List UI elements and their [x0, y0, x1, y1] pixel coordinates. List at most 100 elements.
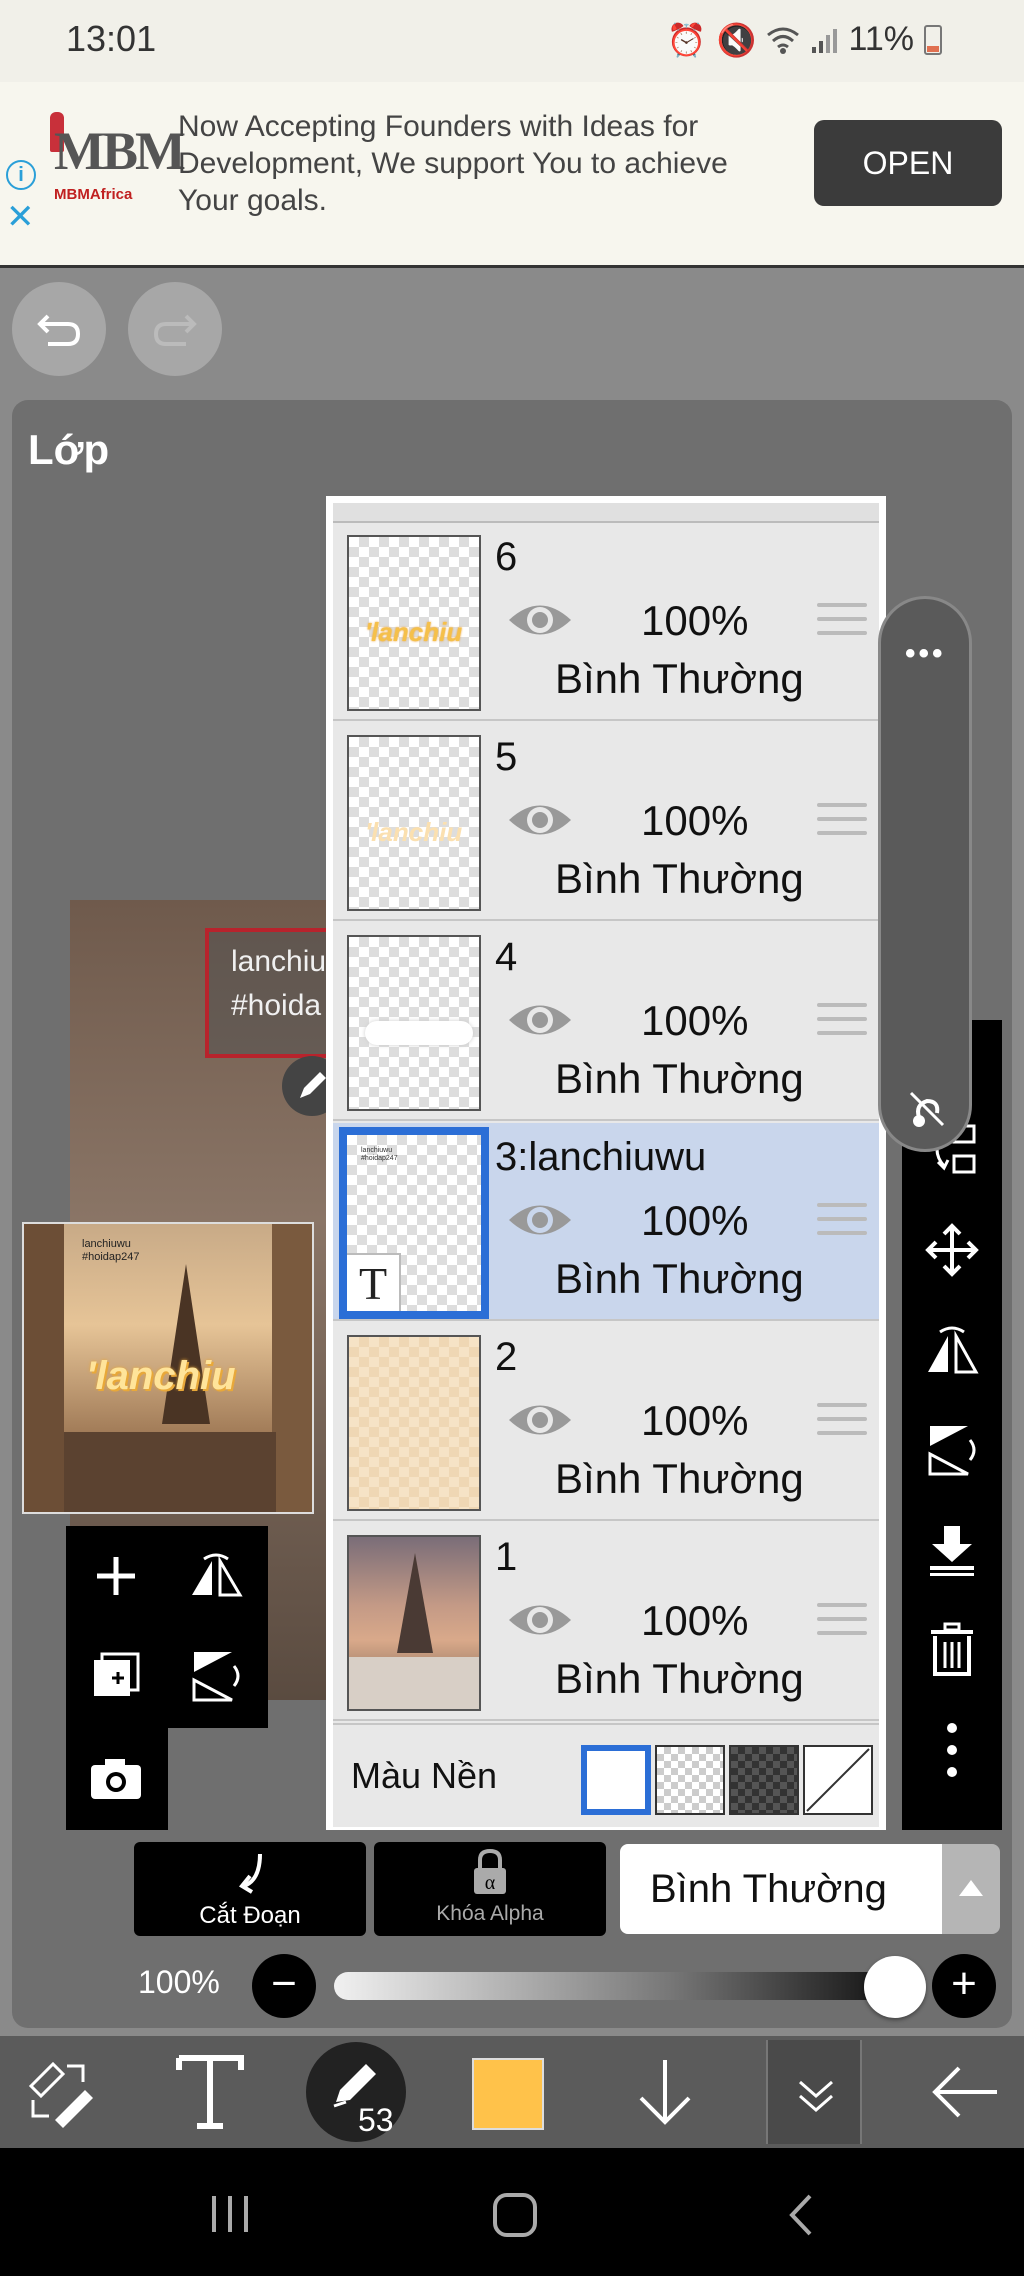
- drag-handle-icon[interactable]: [817, 803, 867, 841]
- background-color-row: Màu Nền: [333, 1723, 879, 1827]
- eiffel-tower-graphic: [397, 1553, 433, 1653]
- drag-handle-icon[interactable]: [817, 1403, 867, 1441]
- layer-blend-mode: Bình Thường: [555, 1455, 804, 1502]
- eye-icon[interactable]: [505, 995, 575, 1045]
- drag-handle-icon[interactable]: [817, 1603, 867, 1641]
- layer-blend-mode: Bình Thường: [555, 855, 804, 902]
- bg-transparent-swatch[interactable]: [655, 1745, 725, 1815]
- text-tool-button[interactable]: [160, 2036, 260, 2148]
- layer-list[interactable]: 'lanchiu 6 100% Bình Thường 'lanchiu 5 1…: [326, 496, 886, 1830]
- opacity-increase-button[interactable]: +: [932, 1954, 996, 2018]
- blend-mode-select[interactable]: Bình Thường: [620, 1844, 942, 1934]
- ad-open-button[interactable]: OPEN: [814, 120, 1002, 206]
- layer-row-3-selected[interactable]: lanchiuwu #hoidap247 T 3:lanchiuwu 100% …: [333, 1123, 879, 1321]
- battery-icon: [924, 24, 942, 55]
- layer-list-top-edge: [333, 503, 879, 523]
- clipping-button[interactable]: Cắt Đoạn: [134, 1842, 366, 1936]
- ad-close-icon[interactable]: ✕: [6, 200, 35, 234]
- sticker-thumb-graphic: 'lanchiu: [365, 817, 463, 847]
- thumb-window-left: [24, 1224, 64, 1512]
- ad-banner[interactable]: i ✕ MBM MBMAfrica Now Accepting Founders…: [0, 82, 1024, 268]
- eye-icon[interactable]: [505, 1395, 575, 1445]
- more-horizontal-icon[interactable]: •••: [905, 637, 946, 671]
- layer-blend-mode: Bình Thường: [555, 1055, 804, 1102]
- flip-vertical-icon: [928, 1426, 976, 1476]
- opacity-slider-thumb[interactable]: [864, 1956, 926, 2018]
- drag-handle-icon[interactable]: [817, 603, 867, 641]
- transform-tool-button[interactable]: [14, 2036, 104, 2148]
- eye-icon[interactable]: [505, 795, 575, 845]
- bg-none-swatch[interactable]: [803, 1745, 873, 1815]
- layers-toggle-button[interactable]: [766, 2040, 862, 2144]
- layer-opacity: 100%: [641, 797, 749, 844]
- flip-vertical-button[interactable]: [166, 1626, 266, 1726]
- flip-horizontal-icon: [192, 1553, 243, 1597]
- blend-mode-dropdown-arrow-icon[interactable]: [942, 1844, 1000, 1934]
- more-options-button[interactable]: [902, 1700, 1002, 1800]
- add-layer-copy-button[interactable]: [66, 1626, 166, 1726]
- white-shape-thumb-graphic: [365, 1021, 473, 1045]
- background-color-label: Màu Nền: [351, 1755, 498, 1796]
- layer-row-1[interactable]: 1 100% Bình Thường: [333, 1523, 879, 1721]
- wifi-icon: [767, 27, 800, 54]
- ad-logo: MBM MBMAfrica: [50, 112, 186, 212]
- flip-horizontal-right-button[interactable]: [902, 1300, 1002, 1400]
- move-icon: [925, 1223, 979, 1277]
- layer-thumbnail: [347, 1535, 481, 1711]
- move-layer-down-button[interactable]: [620, 2036, 710, 2148]
- eye-icon[interactable]: [505, 595, 575, 645]
- home-icon[interactable]: [492, 2192, 538, 2238]
- redo-button[interactable]: [128, 282, 222, 376]
- move-button[interactable]: [902, 1200, 1002, 1300]
- canvas-text-line-2: #hoida: [231, 989, 322, 1022]
- merge-down-button[interactable]: [902, 1500, 1002, 1600]
- delete-layer-button[interactable]: [902, 1600, 1002, 1700]
- arrow-down-icon: [639, 2060, 691, 2125]
- layer-name: 4: [495, 935, 518, 979]
- canvas-thumbnail[interactable]: lanchiuwu #hoidap247 'lanchiu: [22, 1222, 314, 1514]
- drag-handle-icon[interactable]: [817, 1003, 867, 1041]
- system-back-icon[interactable]: [786, 2192, 816, 2238]
- canvas-text-box[interactable]: lanchiu #hoida: [205, 928, 335, 1058]
- opacity-slider-track[interactable]: [334, 1972, 894, 2000]
- layer-row-4[interactable]: 4 100% Bình Thường: [333, 923, 879, 1121]
- color-picker-button[interactable]: [472, 2058, 544, 2130]
- bg-white-swatch[interactable]: [581, 1745, 651, 1815]
- camera-button[interactable]: [66, 1728, 166, 1828]
- left-layer-tools: [66, 1526, 268, 1830]
- text-thumb-graphic: lanchiuwu #hoidap247: [361, 1147, 398, 1163]
- eiffel-tower-graphic: [162, 1264, 210, 1424]
- layer-row-2[interactable]: 2 100% Bình Thường: [333, 1323, 879, 1521]
- sticker-thumb-graphic: 'lanchiu: [365, 617, 463, 647]
- eye-icon[interactable]: [505, 1595, 575, 1645]
- flowers-graphic: [349, 1657, 479, 1709]
- opacity-value: 100%: [138, 1964, 220, 2000]
- flip-vertical-right-button[interactable]: [902, 1400, 1002, 1500]
- opacity-decrease-button[interactable]: −: [252, 1954, 316, 2018]
- canvas-text-line-1: lanchiu: [231, 945, 327, 978]
- layer-row-5[interactable]: 'lanchiu 5 100% Bình Thường: [333, 723, 879, 921]
- layer-thumbnail: lanchiuwu #hoidap247 T: [339, 1127, 489, 1319]
- city-graphic: [64, 1432, 276, 1512]
- flip-horizontal-button[interactable]: [166, 1526, 266, 1626]
- undo-button[interactable]: [12, 282, 106, 376]
- eye-icon[interactable]: [505, 1195, 575, 1245]
- layer-blend-mode: Bình Thường: [555, 1255, 804, 1302]
- layer-row-6[interactable]: 'lanchiu 6 100% Bình Thường: [333, 523, 879, 721]
- add-layer-button[interactable]: [66, 1526, 166, 1626]
- alpha-lock-button[interactable]: α Khóa Alpha: [374, 1842, 606, 1936]
- back-button[interactable]: [920, 2036, 1010, 2148]
- status-time: 13:01: [66, 18, 157, 59]
- double-chevron-down-icon: [799, 2080, 833, 2112]
- recent-apps-icon[interactable]: [208, 2194, 252, 2234]
- bg-dark-checker-swatch[interactable]: [729, 1745, 799, 1815]
- floating-scroll-panel[interactable]: •••: [878, 596, 972, 1152]
- ad-logo-subtext: MBMAfrica: [54, 186, 133, 203]
- drag-handle-icon[interactable]: [817, 1203, 867, 1241]
- layer-opacity: 100%: [641, 997, 749, 1044]
- arrow-down-bar-icon: [930, 1526, 974, 1576]
- ad-logo-text: MBM: [54, 121, 186, 181]
- no-touch-icon[interactable]: [905, 1087, 949, 1131]
- ad-info-icon[interactable]: i: [6, 160, 36, 190]
- text-layer-icon: T: [347, 1253, 401, 1311]
